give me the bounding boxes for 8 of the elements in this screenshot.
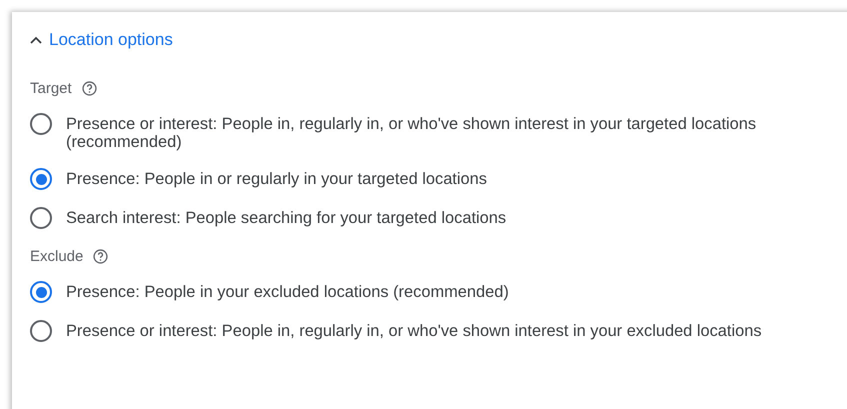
option-label: Presence or interest: People in, regularly in, or who've shown interest in your excluded locations	[66, 322, 762, 340]
option-label: Presence: People in or regularly in your targeted locations	[66, 170, 487, 188]
option-label: Presence or interest: People in, regularly in, or who've shown interest in your targeted locations (recommended)	[66, 115, 758, 151]
group-label: Exclude	[30, 248, 84, 265]
option-label: Search interest: People searching for your targeted locations	[66, 209, 506, 227]
location-options-toggle[interactable]: Location options	[30, 30, 173, 50]
option-label: Presence: People in your excluded locations (recommended)	[66, 283, 509, 301]
group-label: Target	[30, 80, 72, 97]
